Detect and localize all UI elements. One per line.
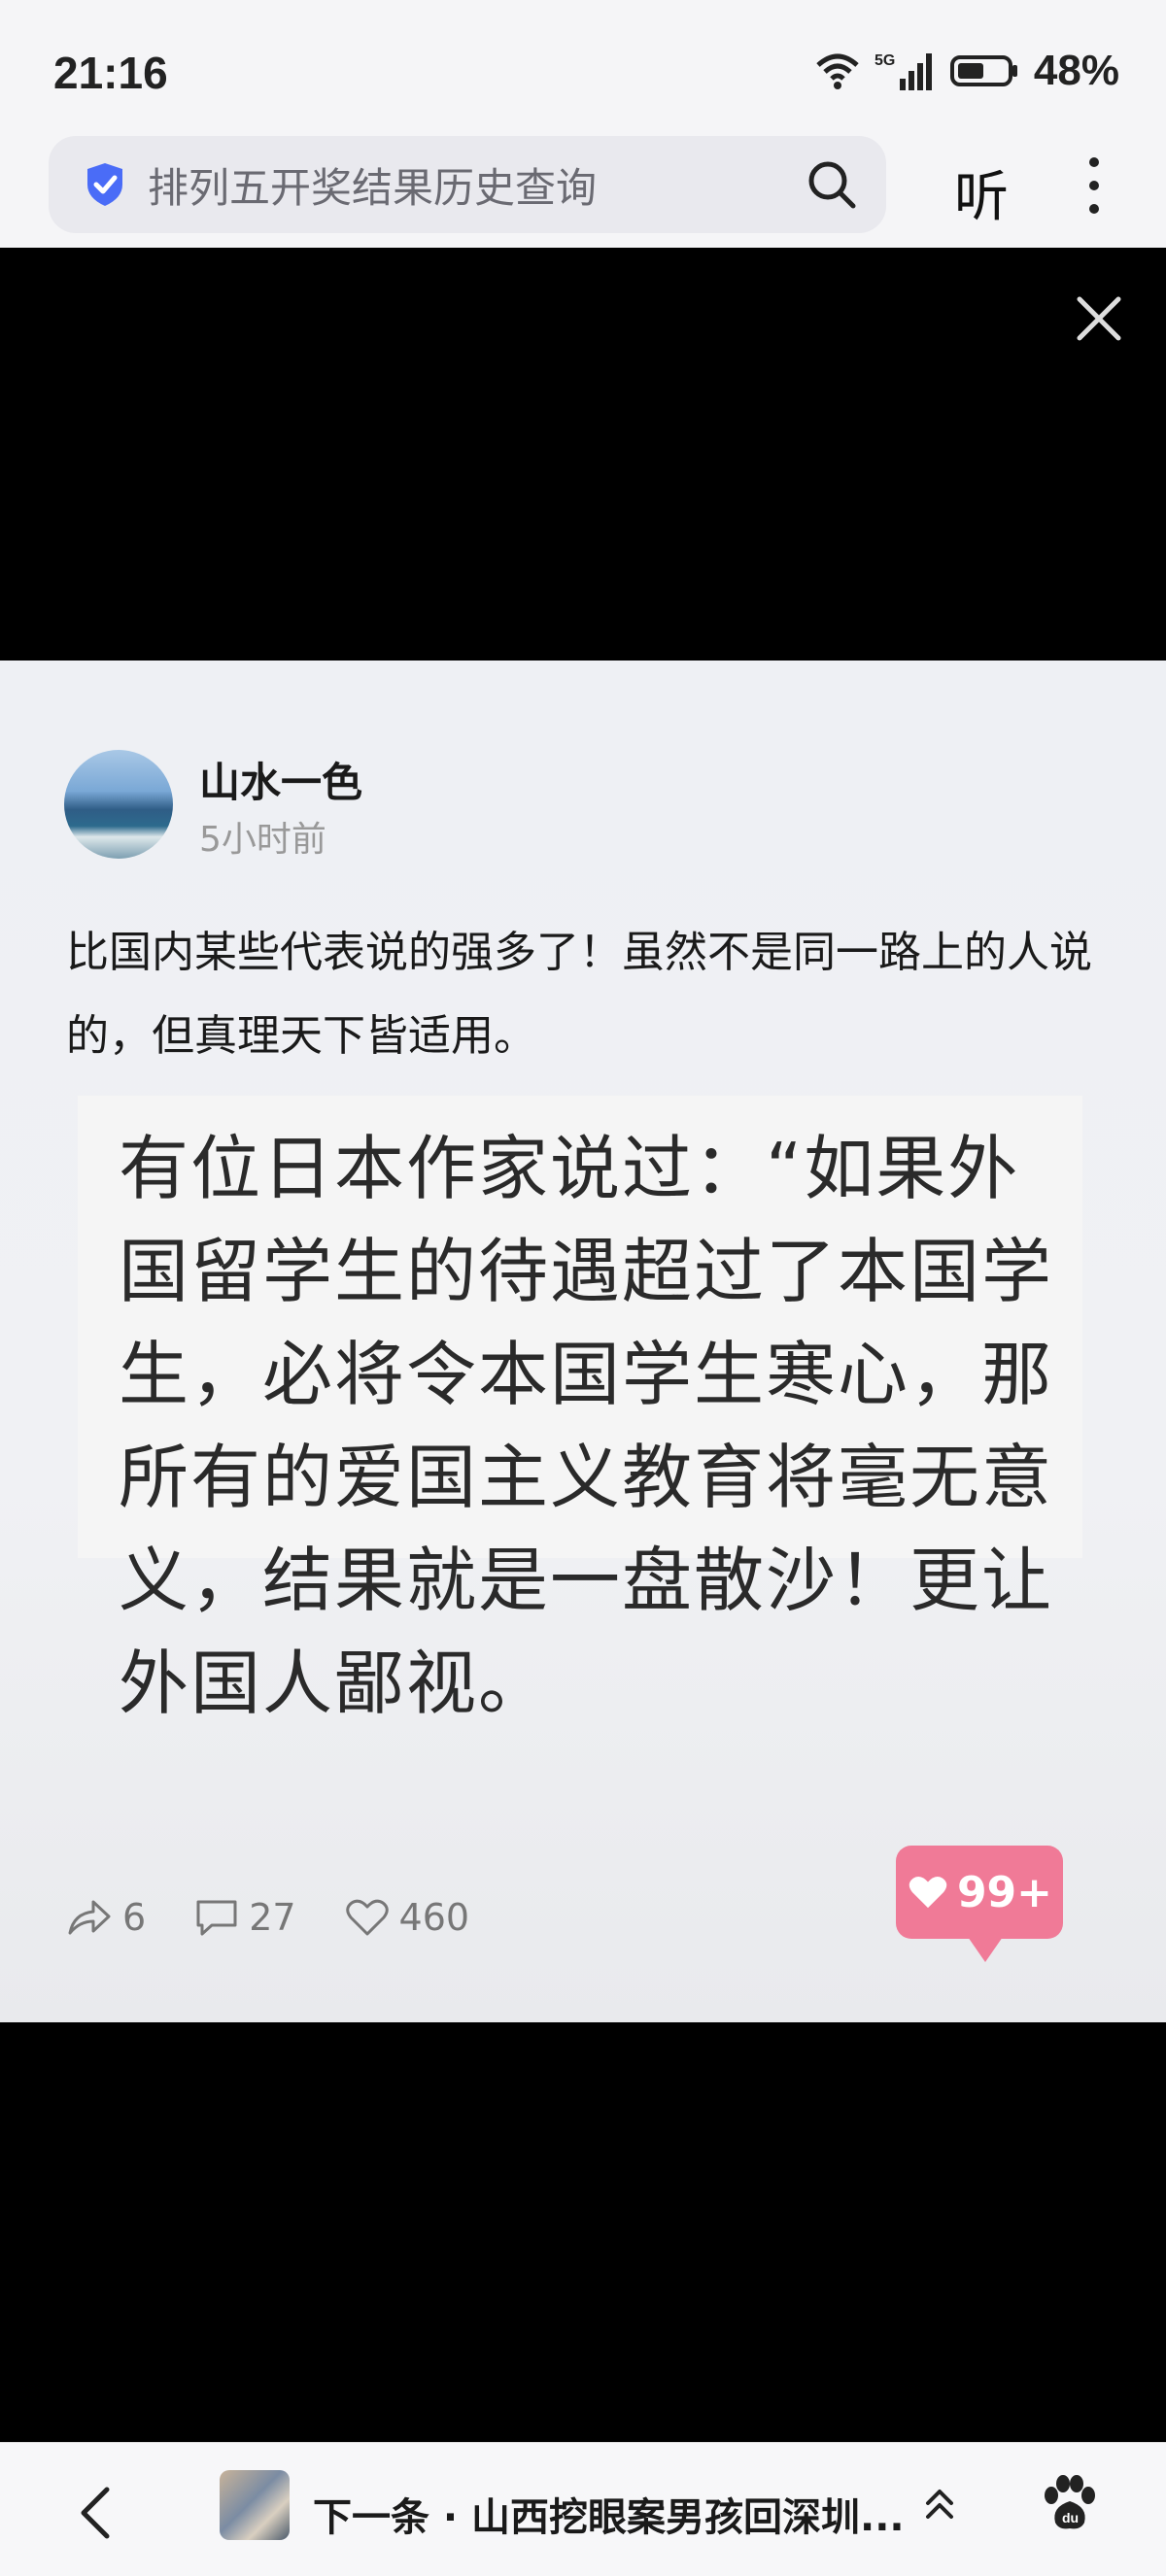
like-action[interactable]: 460 xyxy=(345,1896,470,1939)
more-options-icon[interactable] xyxy=(1075,157,1114,216)
like-count: 460 xyxy=(398,1896,470,1939)
quote-text: 有位日本作家说过：“如果外国留学生的待遇超过了本国学生，必将令本国学生寒心，那所… xyxy=(119,1128,1054,1724)
wifi-icon xyxy=(816,53,859,89)
signal-icon: 5G xyxy=(874,52,932,90)
close-icon[interactable] xyxy=(1075,294,1123,343)
post-text: 比国内某些代表说的强多了！虽然不是同一路上的人说的，但真理天下皆适用。 xyxy=(66,928,1092,1061)
post-time: 5小时前 xyxy=(199,820,326,860)
like-badge-count: 99+ xyxy=(956,1867,1053,1917)
video-bottom-area xyxy=(0,2022,1166,2442)
battery-percent: 48% xyxy=(1033,47,1119,94)
search-icon[interactable] xyxy=(806,159,857,210)
post-actions: 6 27 460 xyxy=(66,1896,518,1939)
status-bar: 21:16 5G 48% xyxy=(0,0,1166,136)
search-query[interactable]: 排列五开奖结果历史查询 xyxy=(148,155,597,215)
like-badge: 99+ xyxy=(896,1846,1063,1962)
comment-icon xyxy=(196,1900,237,1936)
share-icon xyxy=(68,1900,111,1935)
share-action[interactable]: 6 xyxy=(66,1896,146,1939)
status-icons: 5G 48% xyxy=(814,47,1119,95)
search-row: 排列五开奖结果历史查询 听 xyxy=(0,136,1166,248)
svg-text:du: du xyxy=(1062,2510,1079,2525)
heart-icon xyxy=(345,1899,389,1936)
share-count: 6 xyxy=(122,1896,147,1939)
back-icon[interactable] xyxy=(76,2484,115,2542)
video-top-area xyxy=(0,248,1166,661)
battery-icon xyxy=(949,55,1017,86)
baidu-paw-icon[interactable]: du xyxy=(1038,2472,1100,2534)
search-box[interactable]: 排列五开奖结果历史查询 xyxy=(49,136,886,233)
post-username[interactable]: 山水一色 xyxy=(199,750,362,809)
next-item-title[interactable]: 下一条 · 山西挖眼案男孩回深圳... xyxy=(313,2486,905,2542)
chevron-up-icon[interactable] xyxy=(923,2488,956,2521)
shield-check-icon xyxy=(87,163,122,206)
post-card[interactable]: 山水一色 5小时前 比国内某些代表说的强多了！虽然不是同一路上的人说的，但真理天… xyxy=(0,661,1166,2022)
heart-filled-icon xyxy=(909,1877,947,1909)
bottom-bar: 下一条 · 山西挖眼案男孩回深圳... du xyxy=(0,2442,1166,2576)
status-time: 21:16 xyxy=(53,48,168,98)
comment-action[interactable]: 27 xyxy=(194,1896,296,1939)
svg-text:5G: 5G xyxy=(874,52,895,69)
next-thumbnail[interactable] xyxy=(220,2470,290,2540)
listen-button[interactable]: 听 xyxy=(954,153,1009,232)
avatar[interactable] xyxy=(64,750,173,859)
comment-count: 27 xyxy=(249,1896,296,1939)
